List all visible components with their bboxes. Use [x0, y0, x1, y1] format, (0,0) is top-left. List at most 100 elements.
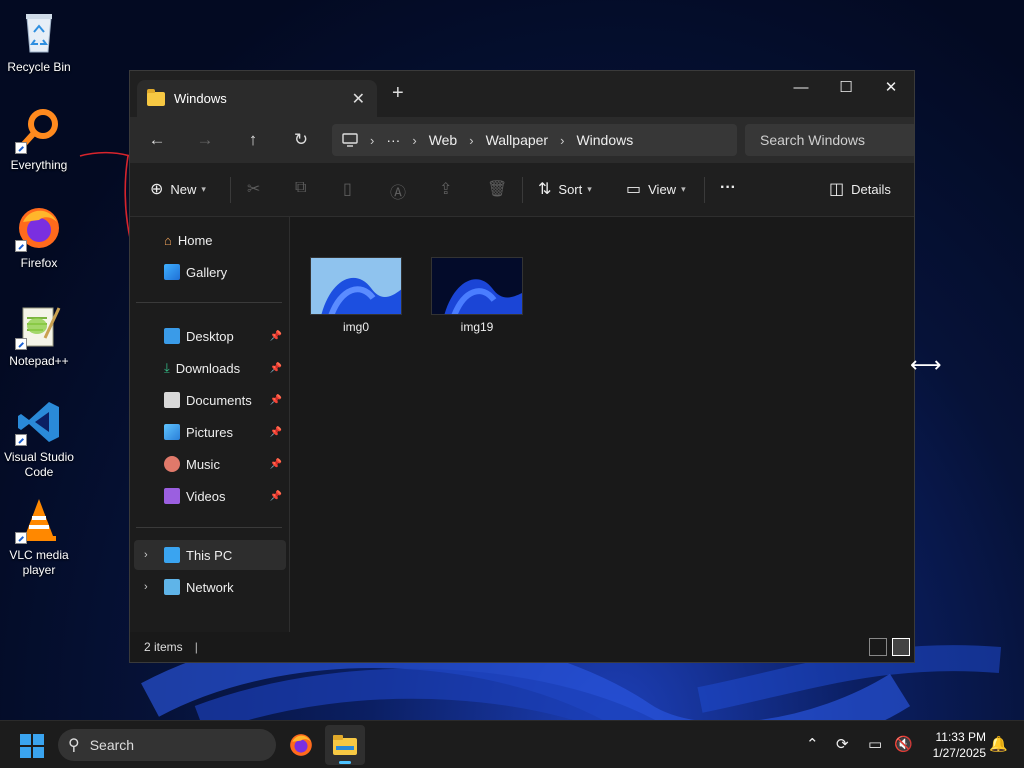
sidebar-item-gallery[interactable]: Gallery — [134, 257, 286, 287]
home-icon: ⌂ — [164, 232, 172, 248]
sidebar-item-label: Desktop — [186, 328, 234, 344]
cut-button[interactable]: ✂ — [247, 179, 260, 199]
up-button[interactable]: ↑ — [241, 129, 265, 151]
back-button[interactable]: ← — [145, 129, 169, 151]
search-icon: ⚲ — [68, 737, 80, 754]
more-options-button[interactable]: ··· — [720, 179, 736, 197]
taskbar-search[interactable]: ⚲ Search — [58, 729, 276, 761]
sidebar-item-network[interactable]: › Network — [134, 572, 286, 602]
shortcut-arrow-icon — [15, 240, 27, 252]
sidebar-item-documents[interactable]: Documents 📌 — [134, 385, 286, 415]
view-label: View — [648, 181, 677, 197]
pictures-icon — [164, 424, 180, 440]
pin-icon[interactable]: 📌 — [270, 491, 282, 502]
refresh-button[interactable]: ↻ — [289, 129, 313, 151]
breadcrumb-overflow[interactable]: ··· — [386, 132, 400, 148]
desktop-icon-vscode[interactable]: Visual Studio Code — [2, 398, 76, 480]
desktop-icon-label: Everything — [10, 158, 68, 172]
file-item[interactable]: img0 — [306, 257, 406, 334]
status-caret: | — [194, 640, 198, 654]
pin-icon[interactable]: 📌 — [270, 395, 282, 406]
plus-circle-icon: ⊕ — [150, 181, 164, 198]
firefox-icon — [290, 734, 312, 756]
folder-icon — [147, 88, 165, 106]
share-button[interactable]: ⇪ — [439, 179, 452, 199]
red-annotation-stroke — [79, 151, 131, 239]
volume-muted-icon[interactable]: 🔇 — [894, 735, 913, 753]
file-name: img19 — [460, 320, 494, 334]
scissors-icon: ✂ — [247, 181, 261, 198]
sidebar-item-label: Documents — [186, 392, 252, 408]
breadcrumb-item-wallpaper[interactable]: Wallpaper — [486, 132, 549, 148]
chevron-down-icon: ▾ — [587, 183, 592, 194]
taskbar-firefox[interactable] — [281, 725, 321, 765]
breadcrumb[interactable]: › ··· › Web › Wallpaper › Windows — [332, 124, 737, 156]
vlc-icon — [15, 496, 63, 544]
chevron-right-icon[interactable]: › — [144, 549, 148, 561]
chevron-up-icon[interactable]: ⌃ — [806, 735, 819, 753]
sidebar-item-pictures[interactable]: Pictures 📌 — [134, 417, 286, 447]
sidebar-item-home[interactable]: ⌂ Home — [134, 225, 286, 255]
desktop-folder-icon — [164, 328, 180, 344]
sidebar-item-label: Downloads — [175, 360, 241, 376]
details-view-toggle[interactable] — [869, 638, 887, 656]
paste-button[interactable]: ▯ — [343, 179, 352, 199]
new-tab-button[interactable]: + — [392, 83, 404, 103]
sidebar-item-this-pc[interactable]: › This PC — [134, 540, 286, 570]
tab-title: Windows — [174, 91, 227, 106]
sidebar-item-label: Pictures — [186, 424, 233, 440]
close-window-button[interactable]: ✕ — [868, 71, 914, 103]
view-button[interactable]: ▭ View ▾ — [626, 179, 686, 199]
start-button[interactable] — [20, 734, 44, 758]
details-pane-icon: ◫ — [829, 181, 845, 198]
desktop-icon-recycle-bin[interactable]: Recycle Bin — [2, 8, 76, 75]
desktop-icon-everything[interactable]: Everything — [2, 106, 76, 173]
notification-bell-icon[interactable]: 🔔 — [989, 735, 1008, 753]
forward-button[interactable]: → — [193, 129, 217, 151]
file-item[interactable]: img19 — [427, 257, 527, 334]
chevron-right-icon[interactable]: › — [144, 581, 148, 593]
close-tab-icon[interactable]: ✕ — [352, 89, 365, 109]
sidebar-divider — [136, 302, 282, 303]
pin-icon[interactable]: 📌 — [270, 331, 282, 342]
desktop-icon-firefox[interactable]: Firefox — [2, 204, 76, 271]
clock[interactable]: 11:33 PM 1/27/2025 — [924, 729, 986, 761]
desktop-icon-label: Firefox — [20, 256, 58, 270]
desktop-icon-notepadpp[interactable]: Notepad++ — [2, 302, 76, 369]
pin-icon[interactable]: 📌 — [270, 427, 282, 438]
sidebar-item-music[interactable]: Music 📌 — [134, 449, 286, 479]
update-sync-icon[interactable]: ⟳ — [836, 735, 849, 753]
sidebar-item-downloads[interactable]: ⤓ Downloads 📌 — [134, 353, 286, 383]
rename-button[interactable]: Ⓐ — [390, 179, 406, 203]
tab-windows[interactable]: Windows ✕ — [137, 80, 377, 117]
chevron-right-icon: › — [370, 132, 375, 148]
chevron-down-icon: ▾ — [681, 183, 686, 194]
shortcut-arrow-icon — [15, 434, 27, 446]
copy-button[interactable]: ⧉ — [295, 179, 306, 197]
new-button[interactable]: ⊕ New ▾ — [150, 179, 206, 199]
search-input[interactable]: Search Windows — [745, 124, 914, 156]
maximize-button[interactable]: ☐ — [823, 71, 869, 103]
pin-icon[interactable]: 📌 — [270, 459, 282, 470]
sidebar-item-videos[interactable]: Videos 📌 — [134, 481, 286, 511]
pin-icon[interactable]: 📌 — [270, 363, 282, 374]
document-icon — [164, 392, 180, 408]
large-icons-view-toggle[interactable] — [892, 638, 910, 656]
taskbar-file-explorer[interactable] — [325, 725, 365, 765]
trash-icon: 🗑 — [487, 181, 508, 198]
desktop-icon-vlc[interactable]: VLC media player — [2, 496, 76, 578]
view-layout-icon: ▭ — [626, 181, 642, 198]
sort-button[interactable]: ⇅ Sort ▾ — [538, 179, 592, 199]
sidebar-item-label: Videos — [186, 488, 226, 504]
delete-button[interactable]: 🗑 — [487, 179, 507, 199]
windows-logo-icon — [20, 747, 31, 758]
sidebar-item-desktop[interactable]: Desktop 📌 — [134, 321, 286, 351]
sidebar-item-label: This PC — [186, 547, 233, 563]
sidebar-item-label: Network — [186, 579, 234, 595]
breadcrumb-item-windows[interactable]: Windows — [576, 132, 633, 148]
details-label: Details — [851, 181, 891, 197]
breadcrumb-item-web[interactable]: Web — [429, 132, 458, 148]
network-status-icon[interactable]: ▭ — [868, 735, 882, 753]
details-button[interactable]: ◫ Details — [829, 179, 891, 199]
minimize-button[interactable]: — — [778, 71, 824, 103]
